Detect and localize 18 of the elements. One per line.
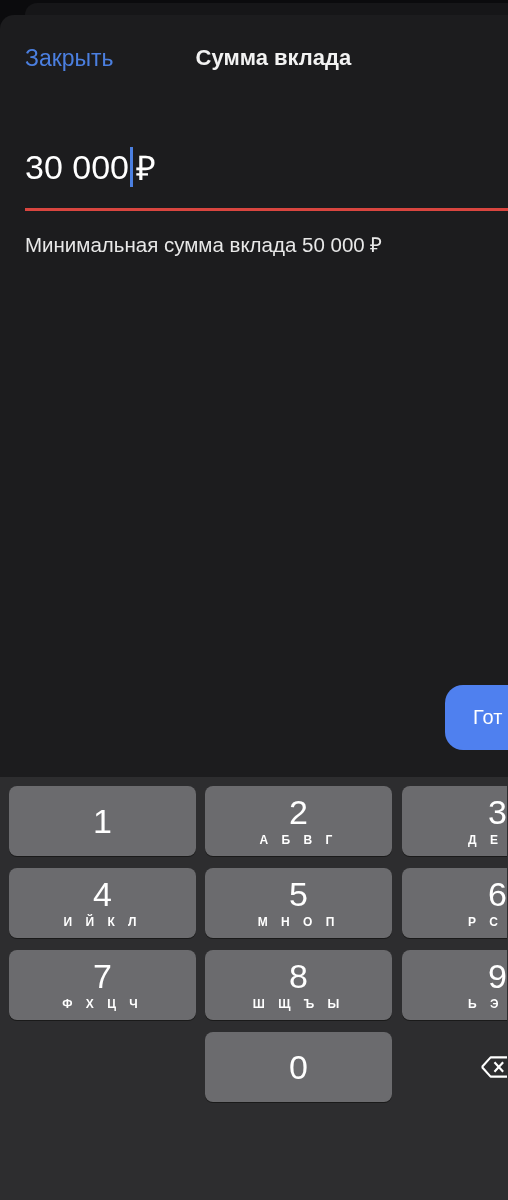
done-button[interactable]: Гот (445, 685, 508, 750)
currency-sign: ₽ (136, 148, 156, 189)
backspace-icon[interactable] (480, 1054, 507, 1080)
digit-key[interactable]: 4 И Й К Л (9, 868, 196, 938)
digit-key[interactable]: 0 (205, 1032, 392, 1102)
close-button[interactable]: Закрыть (25, 44, 114, 72)
sheet-title: Сумма вклада (195, 45, 352, 71)
digit-key[interactable]: 9 Ь Э (402, 950, 507, 1020)
digit-key[interactable]: 5 М Н О П (205, 868, 392, 938)
amount-field[interactable]: 30 000 ₽ (25, 145, 508, 211)
minimum-amount-hint: Минимальная сумма вклада 50 000 ₽ (25, 233, 384, 257)
digit-key[interactable]: 7 Ф Х Ц Ч (9, 950, 196, 1020)
amount-value: 30 000 (25, 147, 129, 187)
digit-key[interactable]: 1 (9, 786, 196, 856)
digit-key[interactable]: 8 Ш Щ Ъ Ы (205, 950, 392, 1020)
digit-key[interactable]: 2 А Б В Г (205, 786, 392, 856)
digit-key[interactable]: 6 Р С (402, 868, 507, 938)
digit-key[interactable]: 3 Д Е (402, 786, 507, 856)
